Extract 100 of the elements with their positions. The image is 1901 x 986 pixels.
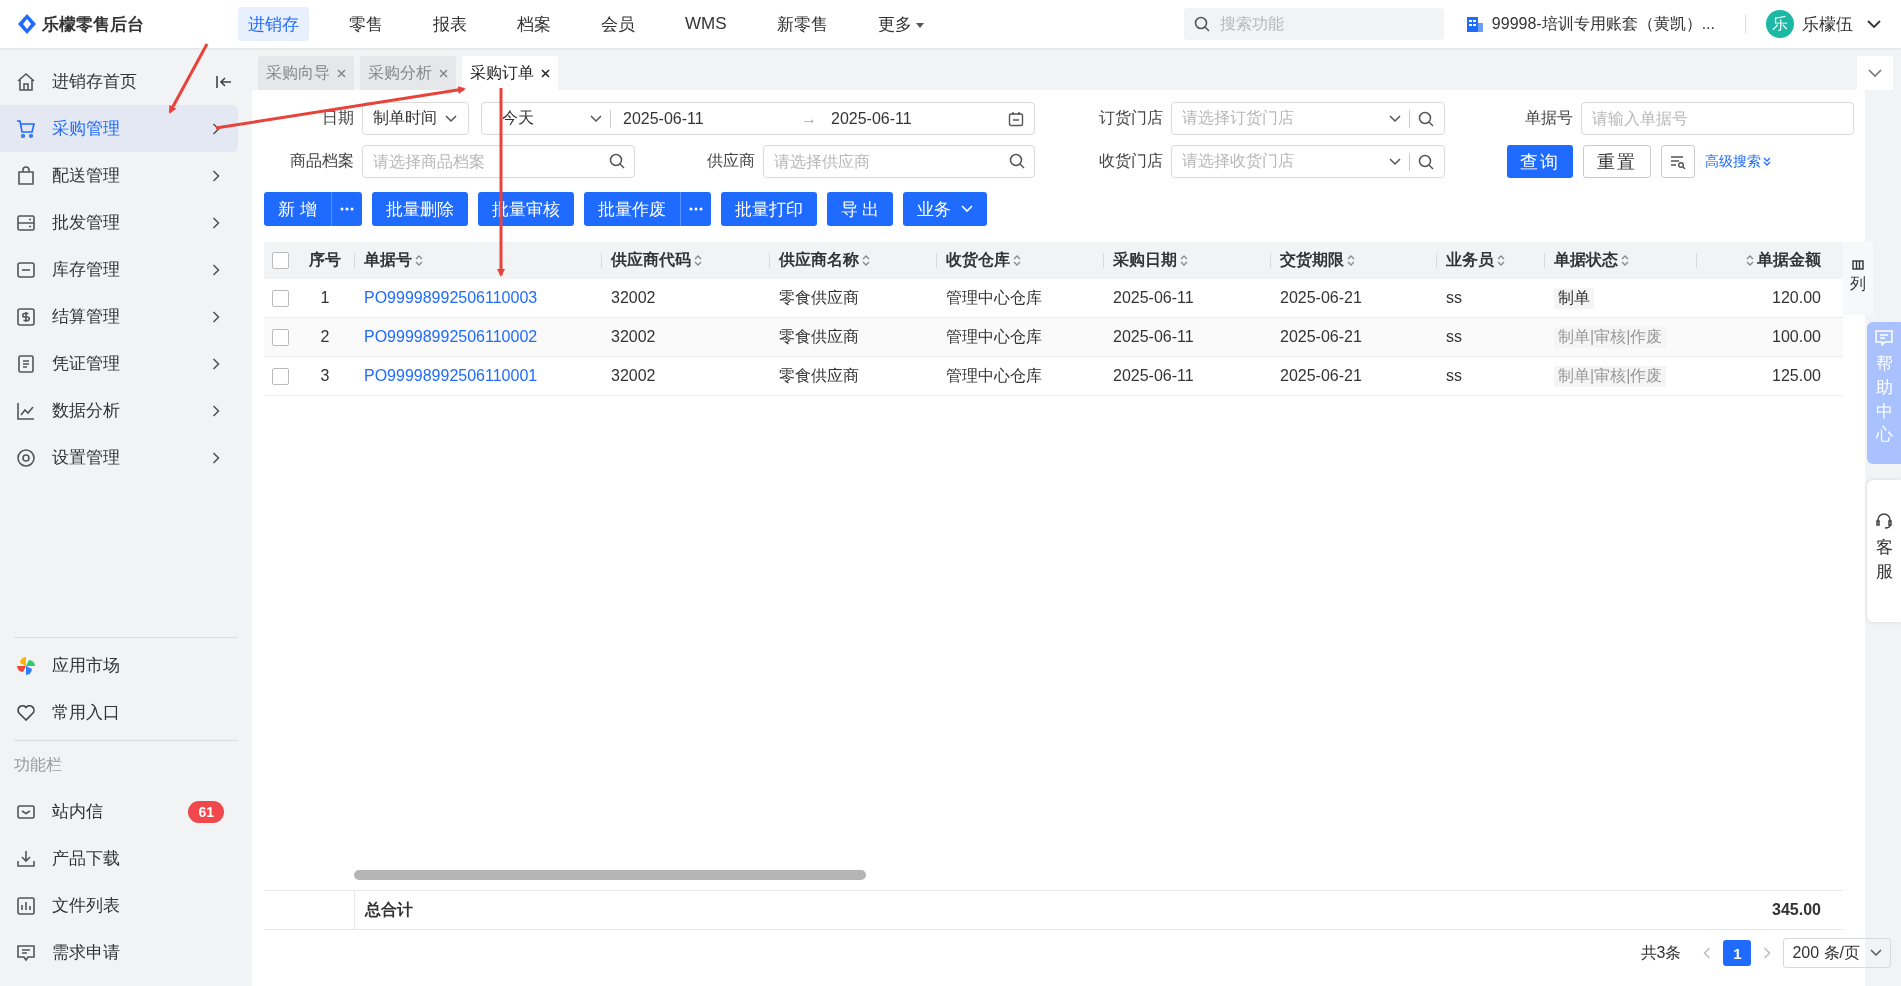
sort-icon[interactable]	[1180, 254, 1188, 267]
sort-icon[interactable]	[1013, 254, 1021, 267]
table-cell: 2025-06-21	[1280, 328, 1362, 346]
column-header: 单据金额	[1757, 250, 1821, 270]
field-label: 单据号	[1524, 108, 1573, 128]
product-field[interactable]: 请选择商品档案	[362, 145, 635, 178]
order-number-link[interactable]: PO99998992506110002	[364, 328, 538, 346]
search-icon[interactable]	[1418, 153, 1434, 170]
search-icon[interactable]	[1009, 153, 1025, 169]
sort-icon[interactable]	[694, 254, 702, 267]
section-title: 功能栏	[13, 755, 63, 775]
date-type-select[interactable]: 制单时间	[362, 102, 469, 135]
sidebar-item[interactable]: 采购管理	[0, 105, 238, 152]
tabs-menu-button[interactable]	[1857, 56, 1893, 90]
nav-tab[interactable]: 零售	[339, 7, 393, 41]
action-button[interactable]: 新 增	[264, 192, 331, 226]
order-number-link[interactable]: PO99998992506110001	[364, 367, 538, 385]
nav-tab[interactable]: 会员	[591, 7, 645, 41]
table-cell: 2	[320, 328, 330, 346]
cart-icon	[16, 118, 36, 139]
action-button[interactable]: 导 出	[826, 192, 894, 226]
sort-icon[interactable]	[862, 254, 870, 267]
action-button[interactable]: 批量作废	[583, 192, 680, 226]
download-icon	[16, 848, 36, 869]
action-dropdown-button[interactable]: 业务	[903, 192, 988, 226]
table-cell: 2025-06-11	[1113, 367, 1194, 385]
nav-tab[interactable]: WMS	[675, 7, 737, 41]
nav-tab[interactable]: 新零售	[766, 7, 838, 41]
document-icon	[16, 353, 36, 374]
sidebar-item[interactable]: 常用入口	[0, 689, 238, 736]
reset-button[interactable]: 重置	[1583, 145, 1651, 178]
page-button[interactable]: 1	[1723, 940, 1752, 966]
account-name[interactable]: 99998-培训专用账套（黄凯）...	[1491, 13, 1715, 35]
table-cell: 2025-06-21	[1280, 367, 1362, 385]
sidebar-item[interactable]: 文件列表	[0, 882, 238, 929]
supplier-field[interactable]: 请选择供应商	[763, 145, 1035, 178]
more-icon	[688, 207, 703, 211]
sort-icon[interactable]	[415, 254, 423, 267]
chevron-down-icon[interactable]	[1867, 19, 1881, 29]
sort-icon[interactable]	[1347, 254, 1355, 267]
sidebar-item[interactable]: 应用市场	[0, 642, 238, 689]
collapse-icon[interactable]	[216, 75, 232, 89]
sort-icon[interactable]	[1621, 254, 1629, 267]
sidebar-item[interactable]: 数据分析	[0, 387, 238, 434]
column-settings-button[interactable]: 列	[1843, 242, 1873, 315]
page-tab[interactable]: 采购订单	[462, 56, 558, 90]
table-cell-text: 零食供应商	[779, 326, 859, 347]
table-cell-text: 管理中心仓库	[946, 287, 1042, 308]
calendar-icon	[1008, 110, 1024, 127]
sidebar-item[interactable]: 设置管理	[0, 434, 238, 481]
action-button[interactable]: 批量打印	[720, 192, 817, 226]
nav-tab[interactable]: 进销存	[238, 7, 309, 41]
sidebar-item[interactable]: 站内信 61	[0, 788, 238, 835]
search-field[interactable]: 搜索功能	[1183, 8, 1444, 40]
table-cell-text: 零食供应商	[779, 287, 859, 308]
row-checkbox[interactable]	[271, 367, 289, 385]
row-checkbox[interactable]	[271, 289, 289, 307]
nav-tab[interactable]: 更多	[867, 7, 934, 41]
customer-service-tab[interactable]: 客服	[1867, 480, 1901, 622]
logo-icon	[18, 14, 36, 34]
close-icon[interactable]	[541, 68, 550, 78]
sort-icon[interactable]	[1746, 254, 1754, 267]
field-label: 订货门店	[1098, 108, 1163, 128]
chevron-down-icon	[445, 114, 457, 123]
sidebar-item[interactable]: 配送管理	[0, 152, 238, 199]
search-icon[interactable]	[1418, 110, 1434, 127]
column-header: 收货仓库	[946, 250, 1010, 271]
more-button[interactable]	[679, 192, 711, 226]
date-range-picker[interactable]: 今天 2025-06-11 → 2025-06-11	[481, 102, 1035, 135]
sidebar-item[interactable]: 产品下载	[0, 835, 238, 882]
search-icon[interactable]	[609, 153, 625, 169]
action-button[interactable]: 批量删除	[371, 192, 468, 226]
sidebar-item[interactable]: 进销存首页	[0, 58, 238, 105]
row-checkbox[interactable]	[271, 328, 289, 346]
sidebar-item[interactable]: 结算管理	[0, 293, 238, 340]
doc-number-field[interactable]: 请输入单据号	[1581, 102, 1854, 135]
page-size-select[interactable]: 200 条/页	[1783, 938, 1891, 968]
next-page-icon[interactable]	[1763, 947, 1772, 959]
sidebar-item[interactable]: 需求申请	[0, 929, 238, 976]
filter-settings-button[interactable]	[1661, 145, 1695, 178]
table-cell-text: 零食供应商	[779, 365, 859, 386]
column-header: 供应商代码	[611, 250, 691, 270]
column-header: 供应商名称	[779, 250, 859, 270]
select-all-checkbox[interactable]	[271, 252, 289, 269]
sidebar-item[interactable]: 批发管理	[0, 199, 238, 246]
nav-tab[interactable]: 档案	[507, 7, 561, 41]
sort-icon[interactable]	[1497, 254, 1505, 267]
sidebar-item[interactable]: 库存管理	[0, 246, 238, 293]
chevron-down-icon	[1870, 949, 1882, 957]
user-name[interactable]: 乐檬伍	[1802, 12, 1853, 36]
prev-page-icon[interactable]	[1703, 947, 1712, 959]
advanced-search-link[interactable]: 高级搜索	[1705, 152, 1771, 171]
order-number-link[interactable]: PO99998992506110003	[364, 289, 538, 307]
scrollbar-thumb[interactable]	[354, 870, 866, 880]
nav-tab[interactable]: 报表	[423, 7, 477, 41]
building-icon	[1465, 15, 1484, 33]
annotation-arrow	[168, 43, 209, 114]
more-button[interactable]	[330, 192, 362, 226]
query-button[interactable]: 查询	[1507, 145, 1573, 178]
sidebar-item[interactable]: 凭证管理	[0, 340, 238, 387]
